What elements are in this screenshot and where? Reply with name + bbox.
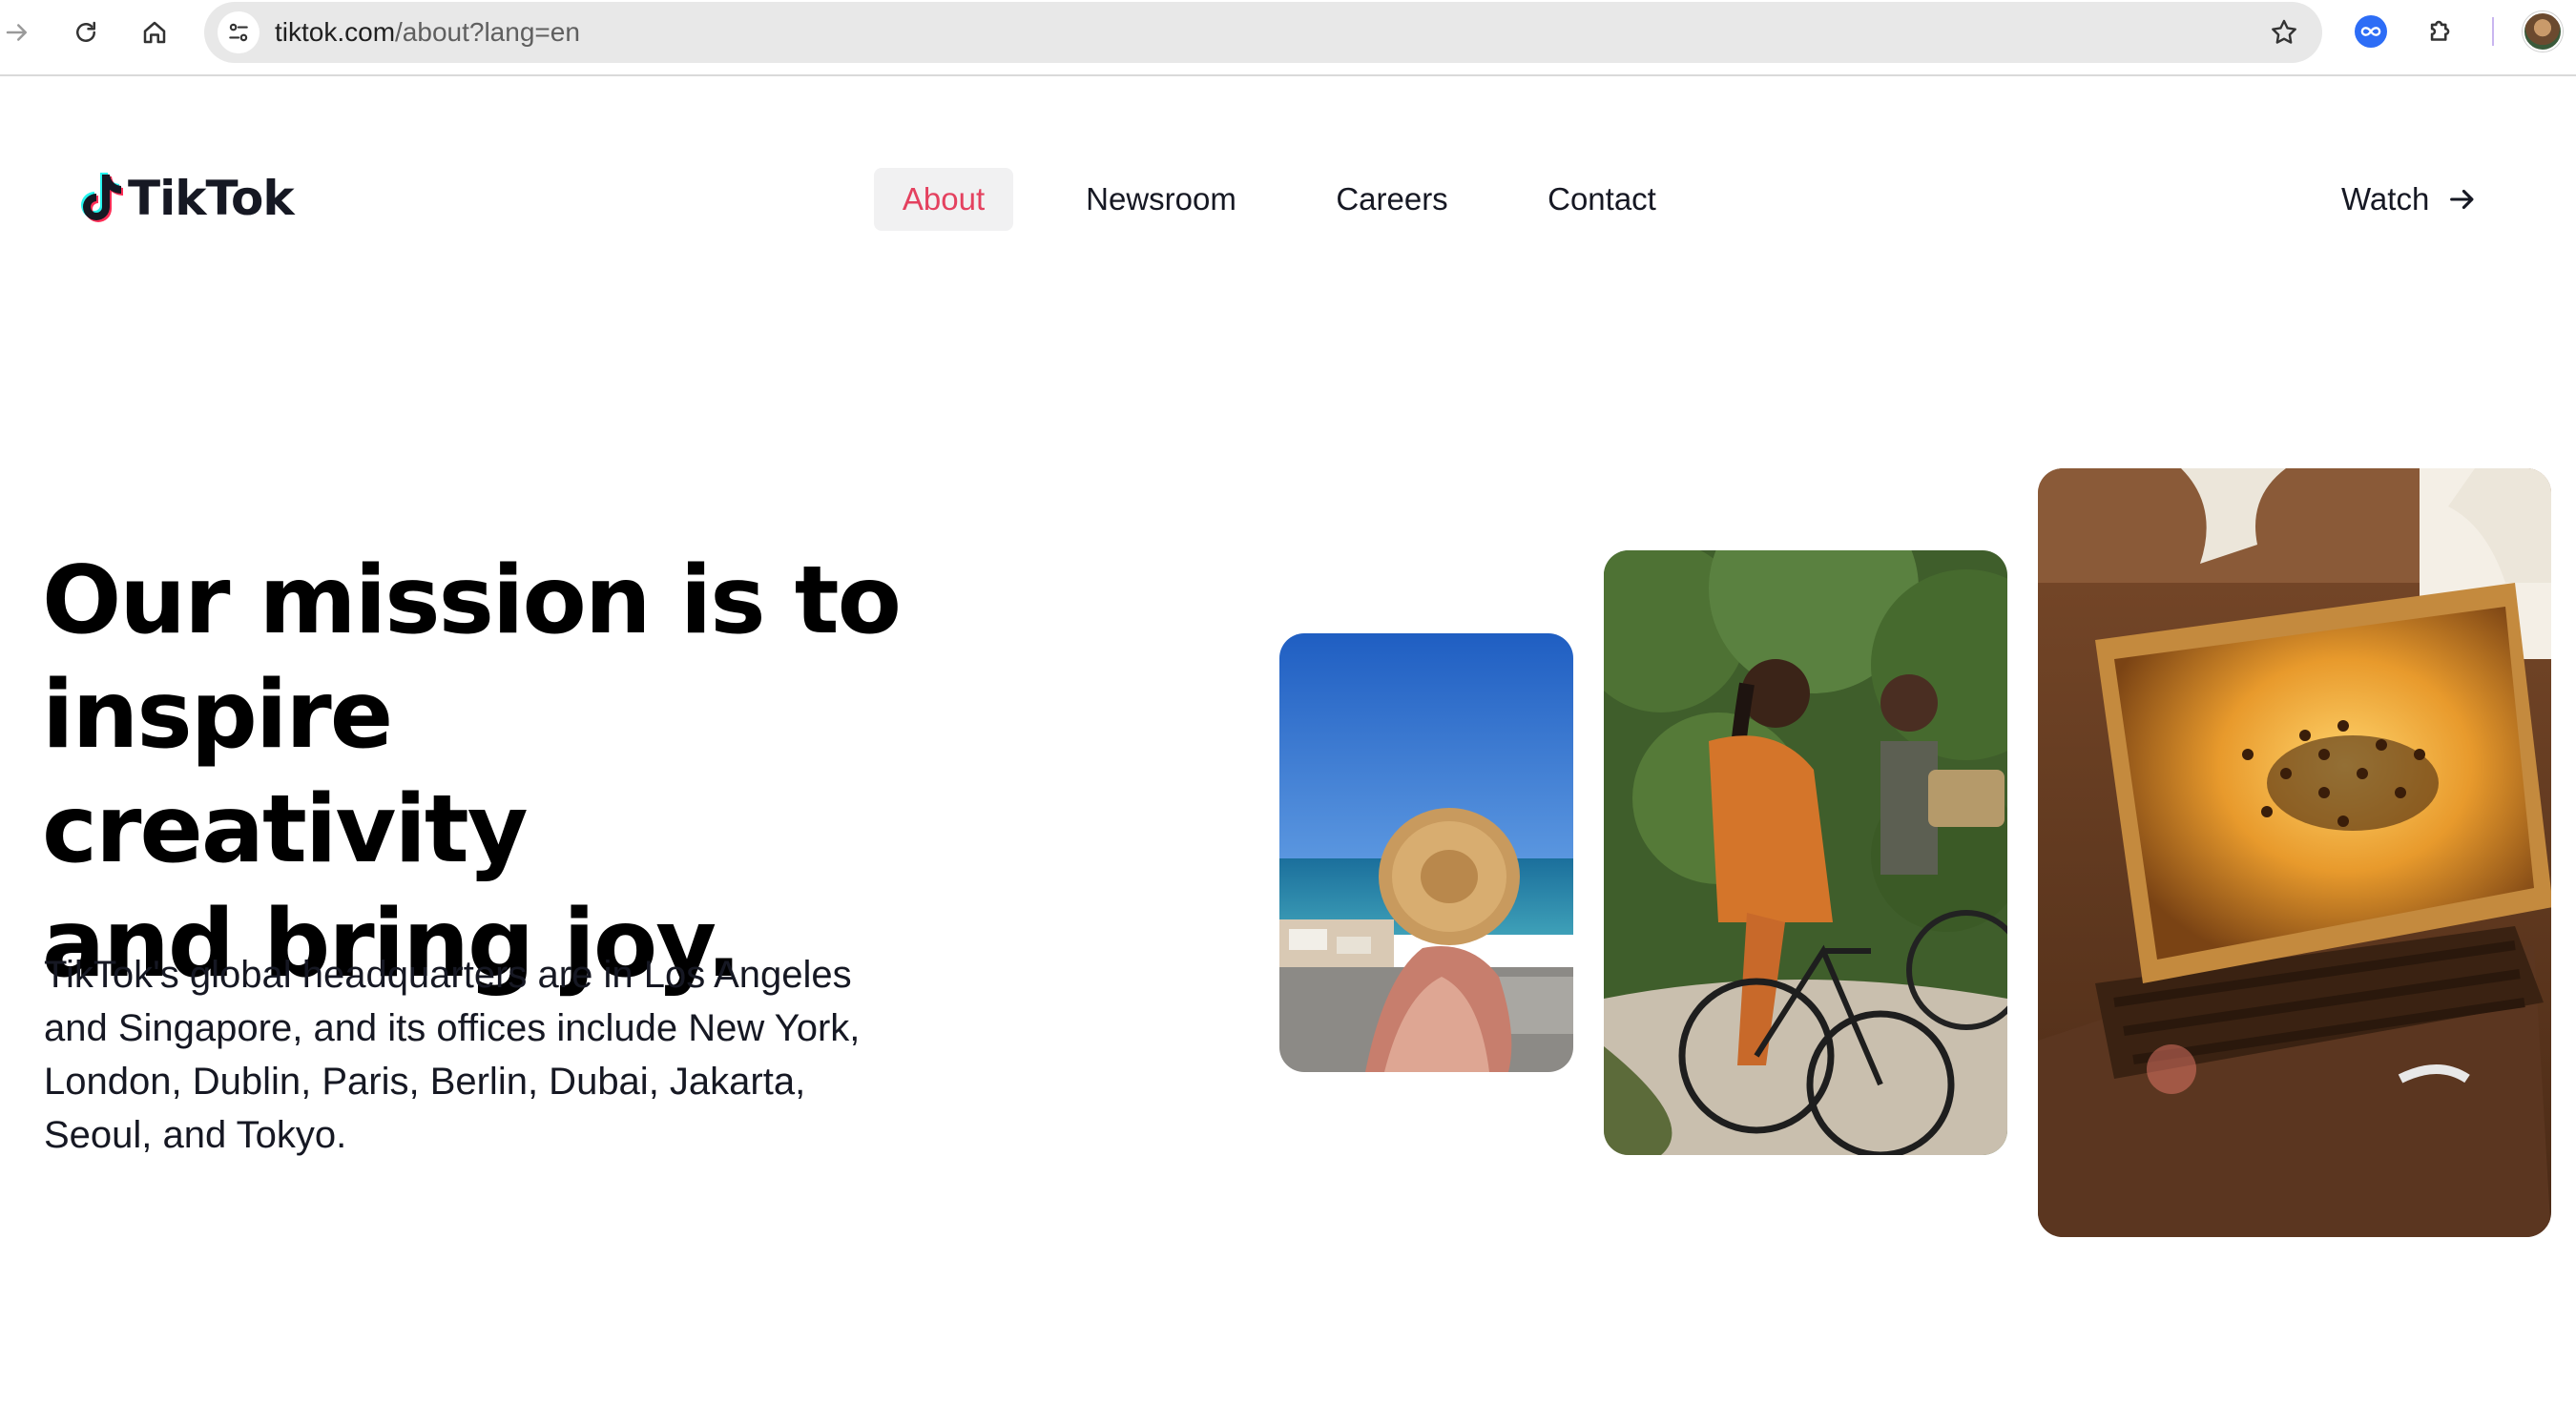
url-text[interactable]: tiktok.com/about?lang=en xyxy=(275,17,580,48)
hero-description-line: Seoul, and Tokyo. xyxy=(44,1114,347,1156)
hero-title: Our mission is to inspire creativity and… xyxy=(42,544,902,1001)
forward-button[interactable] xyxy=(0,11,38,53)
nav-careers[interactable]: Careers xyxy=(1322,168,1462,231)
star-icon[interactable] xyxy=(2269,17,2299,48)
photo-beekeeper-honeycomb xyxy=(2038,468,2551,1237)
extension-button[interactable] xyxy=(2353,13,2389,50)
url-path: /about?lang=en xyxy=(395,17,580,47)
infinity-icon xyxy=(2355,15,2387,48)
profile-avatar[interactable] xyxy=(2523,11,2563,52)
tune-icon xyxy=(229,23,248,42)
reload-button[interactable] xyxy=(65,11,107,53)
hero-description-line: London, Dublin, Paris, Berlin, Dubai, Ja… xyxy=(44,1061,806,1103)
toolbar-divider xyxy=(2492,17,2494,46)
photo-beach-sun-hat xyxy=(1279,633,1573,1072)
hero-title-line: Our mission is to xyxy=(42,547,902,655)
hero-title-line: inspire creativity xyxy=(42,661,529,884)
arrow-right-icon xyxy=(2450,189,2474,210)
photo-bicycle-riders xyxy=(1604,550,2007,1155)
hero-description-line: TikTok's global headquarters are in Los … xyxy=(44,954,852,996)
site-info-button[interactable] xyxy=(218,11,260,53)
main-nav: About Newsroom Careers Contact xyxy=(0,168,2576,231)
extensions-menu-button[interactable] xyxy=(2423,13,2460,50)
watch-label: Watch xyxy=(2341,181,2430,217)
puzzle-icon xyxy=(2430,20,2450,41)
arrow-right-icon xyxy=(6,24,27,41)
browser-toolbar: tiktok.com/about?lang=en xyxy=(0,0,2576,76)
home-button[interactable] xyxy=(134,11,176,53)
nav-about[interactable]: About xyxy=(874,168,1013,231)
hero-description: TikTok's global headquarters are in Los … xyxy=(44,948,941,1162)
hero-description-line: and Singapore, and its offices include N… xyxy=(44,1007,861,1049)
reload-icon xyxy=(76,21,95,42)
watch-link[interactable]: Watch xyxy=(2341,168,2479,231)
address-bar[interactable]: tiktok.com/about?lang=en xyxy=(204,2,2322,63)
home-icon xyxy=(143,21,166,44)
nav-contact[interactable]: Contact xyxy=(1530,168,1673,231)
url-host: tiktok.com xyxy=(275,17,396,47)
nav-newsroom[interactable]: Newsroom xyxy=(1065,168,1257,231)
